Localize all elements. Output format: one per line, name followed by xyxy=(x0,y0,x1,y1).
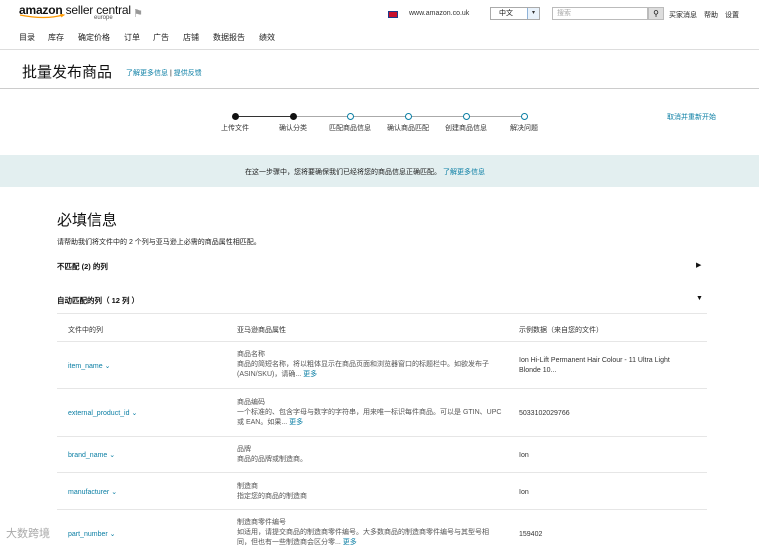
step-label: 解决问题 xyxy=(510,125,538,132)
help-link[interactable]: 帮助 xyxy=(704,10,718,20)
info-banner-text: 在这一步骤中，您将要确保我们已经将您的商品信息正确匹配。 了解更多信息 xyxy=(245,167,485,177)
search-icon[interactable]: ⚲ xyxy=(648,7,664,20)
sample-data: Ion xyxy=(519,452,529,459)
language-select[interactable]: 中文 ▾ xyxy=(490,7,540,20)
column-name: external_product_id xyxy=(68,410,130,417)
row-divider xyxy=(57,472,707,473)
nav-orders[interactable]: 订单 xyxy=(124,32,140,43)
attribute-cell: 品牌商品的品牌或制造商。 xyxy=(237,445,502,465)
settings-link[interactable]: 设置 xyxy=(725,10,739,20)
banner-message: 在这一步骤中，您将要确保我们已经将您的商品信息正确匹配。 xyxy=(245,169,441,176)
nav-stores[interactable]: 店铺 xyxy=(183,32,199,43)
attribute-cell: 商品名称商品的简短名称，将以粗体显示在商品页面和浏览器窗口的标题栏中。如欲发布子… xyxy=(237,350,502,380)
divider xyxy=(0,88,759,89)
nav-advertising[interactable]: 广告 xyxy=(153,32,169,43)
column-header-amazon-attribute: 亚马逊商品属性 xyxy=(237,327,286,334)
step-dot xyxy=(405,113,412,120)
chevron-down-icon: ⌄ xyxy=(111,489,118,496)
row-divider xyxy=(57,436,707,437)
attribute-cell: 制造商零件编号如适用，请提交商品的制造商零件编号。大多数商品的制造商零件编号与其… xyxy=(237,518,502,548)
more-link[interactable]: 更多 xyxy=(343,539,357,546)
column-select-item-name[interactable]: item_name ⌄ xyxy=(68,362,110,370)
nav-pricing[interactable]: 确定价格 xyxy=(78,32,110,43)
watermark: 大数跨境 xyxy=(6,528,50,540)
nav-reports[interactable]: 数据报告 xyxy=(213,32,245,43)
attribute-description: 商品的品牌或制造商。 xyxy=(237,456,307,463)
step-dot-done xyxy=(290,113,297,120)
title-links: 了解更多信息 | 提供反馈 xyxy=(126,68,202,78)
marketplace-domain[interactable]: www.amazon.co.uk xyxy=(409,10,469,17)
chevron-down-icon: ⌄ xyxy=(109,452,116,459)
step-dot-done xyxy=(232,113,239,120)
column-header-sample-data: 示例数据（来自您的文件） xyxy=(519,327,603,334)
column-name: item_name xyxy=(68,363,103,370)
link-divider: | xyxy=(169,70,172,77)
attribute-description: 商品的简短名称，将以粗体显示在商品页面和浏览器窗口的标题栏中。如欲发布子 (AS… xyxy=(237,361,489,378)
row-divider xyxy=(57,388,707,389)
amazon-smile-icon xyxy=(19,14,66,19)
attribute-title: 制造商 xyxy=(237,483,258,490)
column-select-part-number[interactable]: part_number ⌄ xyxy=(68,530,116,538)
buyer-messages-link[interactable]: 买家消息 xyxy=(669,10,697,20)
row-divider xyxy=(57,341,707,342)
section-title: 必填信息 xyxy=(57,212,118,229)
column-header-file-column: 文件中的列 xyxy=(68,327,103,334)
more-link[interactable]: 更多 xyxy=(289,419,303,426)
chevron-down-icon[interactable]: ▼ xyxy=(696,295,703,302)
search-input[interactable]: 搜索 xyxy=(552,7,648,20)
attribute-title: 商品编码 xyxy=(237,399,265,406)
attribute-title: 品牌 xyxy=(237,446,251,453)
more-link[interactable]: 更多 xyxy=(303,371,317,378)
column-name: part_number xyxy=(68,531,108,538)
step-dot xyxy=(521,113,528,120)
chevron-down-icon: ▾ xyxy=(527,8,539,19)
column-name: brand_name xyxy=(68,452,108,459)
auto-matched-columns-toggle[interactable]: 自动匹配的列（ 12 列 ） xyxy=(57,295,139,306)
cancel-restart-link[interactable]: 取消并重新开始 xyxy=(667,112,716,122)
attribute-cell: 制造商指定您的商品的制造商 xyxy=(237,482,502,502)
column-name: manufacturer xyxy=(68,489,110,496)
banner-learn-more-link[interactable]: 了解更多信息 xyxy=(443,169,485,176)
logo-region: europe xyxy=(94,15,113,21)
chevron-right-icon[interactable]: ▶ xyxy=(696,261,701,269)
page-title: 批量发布商品 xyxy=(22,64,113,81)
attribute-description: 指定您的商品的制造商 xyxy=(237,493,307,500)
chevron-down-icon: ⌄ xyxy=(104,363,111,370)
step-connector xyxy=(235,116,293,117)
attribute-cell: 商品编码一个标准的、包含字母与数字的字符串，用来唯一标识每件商品。可以是 GTI… xyxy=(237,398,502,428)
nav-inventory[interactable]: 库存 xyxy=(48,32,64,43)
section-description: 请帮助我们将文件中的 2 个列与亚马逊上必需的商品属性相匹配。 xyxy=(57,239,261,246)
feedback-link[interactable]: 提供反馈 xyxy=(174,70,202,77)
row-divider xyxy=(57,313,707,314)
attribute-title: 商品名称 xyxy=(237,351,265,358)
top-header: amazon seller central europe ⚑ www.amazo… xyxy=(0,0,759,50)
chevron-down-icon: ⌄ xyxy=(131,410,138,417)
row-divider xyxy=(57,509,707,510)
sample-data: 159402 xyxy=(519,531,543,538)
column-select-external-product-id[interactable]: external_product_id ⌄ xyxy=(68,409,137,417)
learn-more-link[interactable]: 了解更多信息 xyxy=(126,70,168,77)
uk-flag-icon xyxy=(388,11,398,18)
step-dot xyxy=(347,113,354,120)
sample-data: 5033102029766 xyxy=(519,410,570,417)
unmatched-columns-toggle[interactable]: 不匹配 (2) 的列 xyxy=(57,261,108,272)
flag-icon[interactable]: ⚑ xyxy=(133,7,143,20)
column-select-manufacturer[interactable]: manufacturer ⌄ xyxy=(68,488,117,496)
sample-data: Ion xyxy=(519,489,529,496)
nav-performance[interactable]: 绩效 xyxy=(259,32,275,43)
language-value: 中文 xyxy=(499,10,513,17)
attribute-description: 一个标准的、包含字母与数字的字符串，用来唯一标识每件商品。可以是 GTIN、UP… xyxy=(237,409,502,426)
nav-catalog[interactable]: 目录 xyxy=(19,32,35,43)
attribute-description: 如适用，请提交商品的制造商零件编号。大多数商品的制造商零件编号与其型号相同，但也… xyxy=(237,529,489,546)
chevron-down-icon: ⌄ xyxy=(109,531,116,538)
attribute-title: 制造商零件编号 xyxy=(237,519,286,526)
column-select-brand-name[interactable]: brand_name ⌄ xyxy=(68,451,115,459)
sample-data: Ion Hi-Lift Permanent Hair Colour - 11 U… xyxy=(519,357,670,374)
step-dot xyxy=(463,113,470,120)
